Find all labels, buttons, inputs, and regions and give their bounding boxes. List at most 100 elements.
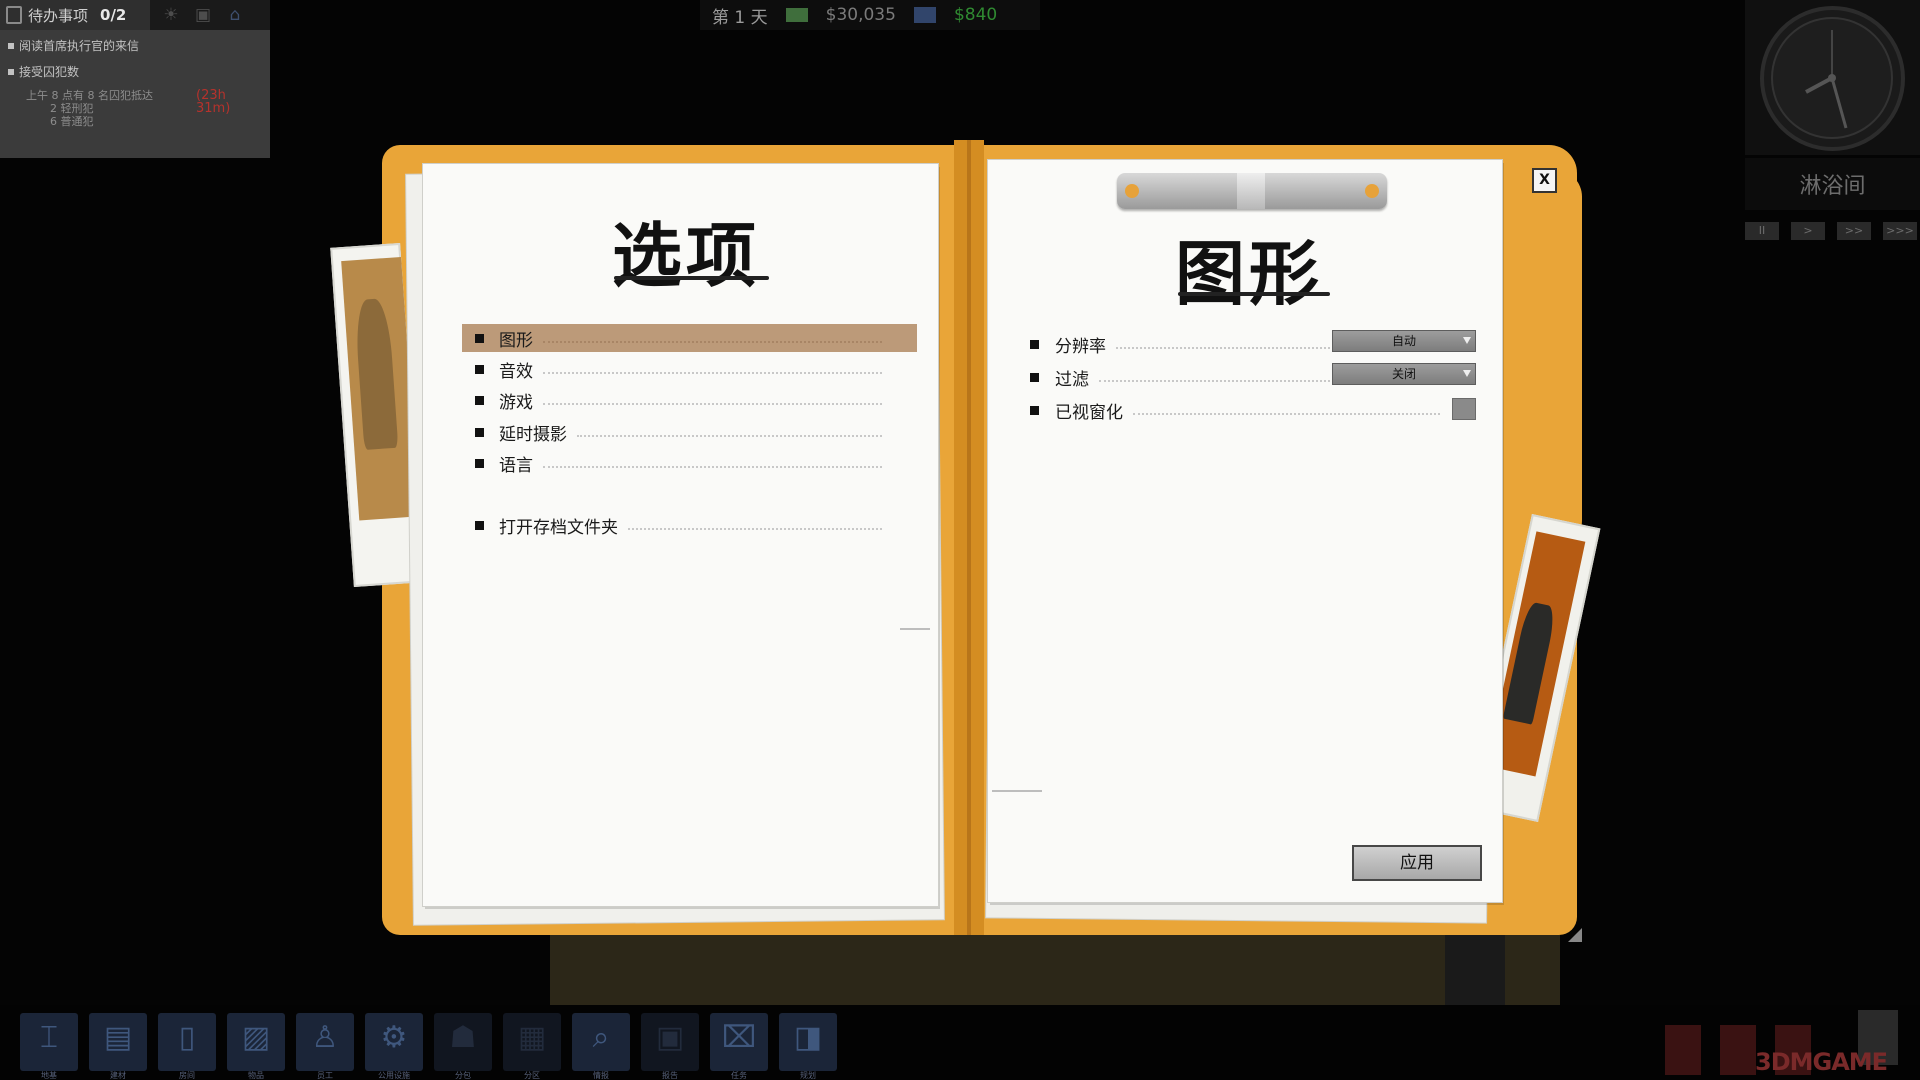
close-button[interactable]: X: [1532, 168, 1557, 193]
clip-center: [1237, 173, 1265, 209]
tool-label: 物品: [248, 1071, 264, 1080]
windowed-checkbox[interactable]: [1452, 398, 1476, 420]
todo-list: 阅读首席执行官的来信 接受囚犯数 上午 8 点有 8 名囚犯抵达 (23h 31m…: [0, 30, 270, 158]
clip-knob: [1125, 184, 1139, 198]
tool-button[interactable]: ▯ 房间: [158, 1013, 216, 1080]
clip-knob: [1365, 184, 1379, 198]
setting-bullet: [1030, 405, 1039, 415]
leader-dots: [543, 395, 882, 405]
menu-item-open-save-folder[interactable]: 打开存档文件夹: [462, 511, 917, 539]
apply-button[interactable]: 应用: [1352, 845, 1482, 881]
tool-icon: ⌕: [592, 1020, 610, 1055]
tool-button[interactable]: ⌧ 任务: [710, 1013, 768, 1080]
tool-icon: ▦: [517, 1020, 547, 1055]
tool-icon: ♙: [311, 1020, 339, 1055]
tool-button[interactable]: ▣ 报告: [641, 1013, 699, 1080]
leader-dots: [577, 427, 882, 437]
tool-icon: ◨: [793, 1020, 823, 1055]
balance[interactable]: $30,035: [826, 5, 896, 25]
tool-icon: ▨: [241, 1020, 271, 1055]
tool-label: 分包: [455, 1071, 471, 1080]
menu-bullet: [475, 458, 484, 468]
speed-2-button[interactable]: >>: [1837, 222, 1871, 240]
todo-title-tab[interactable]: 待办事项 0/2: [0, 0, 150, 30]
tool-button[interactable]: ◨ 规划: [779, 1013, 837, 1080]
tool-icon: ⚙: [380, 1020, 408, 1055]
tool-label: 报告: [662, 1071, 678, 1080]
title-underline: [614, 276, 769, 280]
tool-label: 房间: [179, 1071, 195, 1080]
todo-bullet: [8, 68, 14, 75]
title-underline: [1178, 292, 1330, 296]
room-label: 淋浴间: [1745, 158, 1920, 210]
todo-title: 待办事项: [28, 6, 89, 25]
game-screen: 待办事项 0/2 ☀ ▣ ⌂ 阅读首席执行官的来信 接受囚犯数 上午 8 点有 …: [0, 0, 1920, 1080]
tool-label: 情报: [593, 1071, 609, 1080]
speed-3-button[interactable]: >>>: [1883, 222, 1917, 240]
tool-icon: ⌶: [40, 1020, 58, 1055]
tool-icon: ⌧: [721, 1020, 757, 1055]
checklist-icon: [6, 6, 22, 24]
status-bar: 第 1 天 $30,035 $840: [700, 0, 1040, 30]
setting-bullet: [1030, 339, 1039, 349]
tool-button[interactable]: ▤ 建材: [89, 1013, 147, 1080]
filter-dropdown[interactable]: 关闭: [1332, 363, 1476, 385]
menu-bullet: [475, 427, 484, 437]
options-title: 选项: [612, 214, 760, 297]
clock-icon: [1760, 6, 1905, 151]
tool-button[interactable]: ▨ 物品: [227, 1013, 285, 1080]
todo-header: 待办事项 0/2 ☀ ▣ ⌂: [0, 0, 270, 30]
menu-bullet: [475, 395, 484, 405]
sun-icon[interactable]: ☀: [160, 4, 182, 26]
tool-icon: ▣: [655, 1020, 685, 1055]
clock-face: [1771, 17, 1893, 139]
paper-scuff: [992, 790, 1042, 792]
folder-tab: [1542, 170, 1582, 560]
dropdown-arrow-icon: [1463, 370, 1471, 377]
menu-item-audio[interactable]: 音效: [462, 355, 917, 383]
leader-dots: [543, 333, 882, 343]
tool-button[interactable]: ♙ 员工: [296, 1013, 354, 1080]
tool-button[interactable]: ⌕ 情报: [572, 1013, 630, 1080]
tool-label: 任务: [731, 1071, 747, 1080]
menu-item-timelapse[interactable]: 延时摄影: [462, 418, 917, 446]
paper-scuff: [900, 628, 930, 630]
menu-bullet: [475, 333, 484, 343]
resolution-dropdown[interactable]: 自动: [1332, 330, 1476, 352]
tool-icon: ▯: [178, 1020, 196, 1055]
cash-icon: [785, 8, 808, 22]
menu-item-game[interactable]: 游戏: [462, 386, 917, 414]
tool-button[interactable]: ⌶ 地基: [20, 1013, 78, 1080]
clock-panel: [1745, 0, 1920, 155]
book-icon[interactable]: ▣: [192, 4, 214, 26]
todo-count: 0/2: [100, 6, 127, 24]
menu-item-language[interactable]: 语言: [462, 449, 917, 477]
report-icon[interactable]: [1665, 1025, 1701, 1075]
tool-label: 规划: [800, 1071, 816, 1080]
leader-dots: [543, 458, 882, 468]
paper-clip: [1117, 173, 1387, 209]
tool-button[interactable]: ⚙ 公用设施: [365, 1013, 423, 1080]
graphics-title: 图形: [1175, 232, 1323, 315]
tool-label: 建材: [110, 1071, 126, 1080]
tool-button[interactable]: ☗ 分包: [434, 1013, 492, 1080]
menu-item-graphics[interactable]: 图形: [462, 324, 917, 352]
todo-bullet: [8, 42, 14, 49]
alert-icon[interactable]: [1720, 1025, 1756, 1075]
todo-item[interactable]: 阅读首席执行官的来信: [8, 37, 262, 54]
menu-bullet: [475, 364, 484, 374]
todo-subdetail: 6 普通犯: [50, 115, 94, 128]
trend-icon: [913, 7, 936, 23]
tool-button[interactable]: ▦ 分区: [503, 1013, 561, 1080]
watermark: 3DMGAME: [1755, 1048, 1888, 1076]
todo-item[interactable]: 接受囚犯数: [8, 63, 262, 80]
setting-bullet: [1030, 372, 1039, 382]
leader-dots: [628, 520, 882, 530]
tool-label: 公用设施: [378, 1071, 410, 1080]
setting-windowed: 已视窗化: [1030, 396, 1450, 424]
income[interactable]: $840: [954, 5, 997, 25]
speed-1-button[interactable]: >: [1791, 222, 1825, 240]
pause-button[interactable]: II: [1745, 222, 1779, 240]
bank-icon[interactable]: ⌂: [224, 4, 246, 26]
leader-dots: [543, 364, 882, 374]
